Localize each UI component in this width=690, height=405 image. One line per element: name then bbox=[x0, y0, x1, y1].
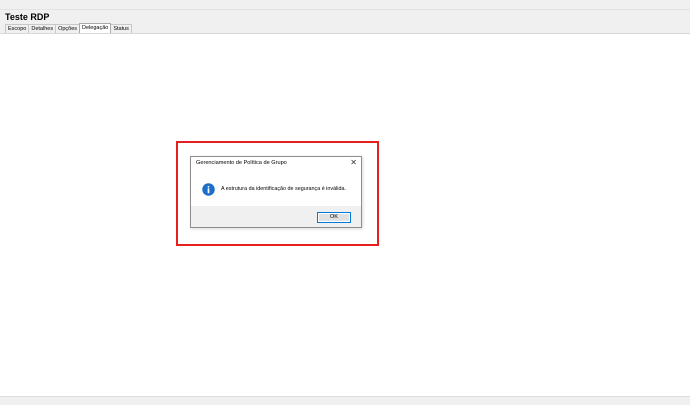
error-dialog: Gerenciamento de Política de Grupo ✕ A e… bbox=[190, 156, 362, 228]
dialog-title: Gerenciamento de Política de Grupo bbox=[196, 160, 287, 166]
tab-detalhes[interactable]: Detalhes bbox=[28, 24, 57, 33]
console-header: Teste RDP Escopo Detalhes Opções Delegaç… bbox=[0, 10, 690, 34]
close-icon[interactable]: ✕ bbox=[350, 158, 357, 168]
dialog-message: A estrutura da identificação de seguranç… bbox=[221, 186, 346, 192]
tab-strip: Escopo Detalhes Opções Delegação Status bbox=[5, 23, 132, 33]
tab-opcoes[interactable]: Opções bbox=[55, 24, 81, 33]
window-top-strip bbox=[0, 0, 690, 10]
gpo-title: Teste RDP bbox=[5, 12, 50, 22]
dialog-footer: OK bbox=[191, 206, 361, 227]
tab-delegacao[interactable]: Delegação bbox=[79, 23, 112, 33]
dialog-body: A estrutura da identificação de seguranç… bbox=[191, 173, 361, 206]
info-icon bbox=[202, 183, 215, 196]
tab-escopo[interactable]: Escopo bbox=[5, 24, 30, 33]
tab-status[interactable]: Status bbox=[110, 24, 132, 33]
ok-button[interactable]: OK bbox=[317, 212, 351, 223]
